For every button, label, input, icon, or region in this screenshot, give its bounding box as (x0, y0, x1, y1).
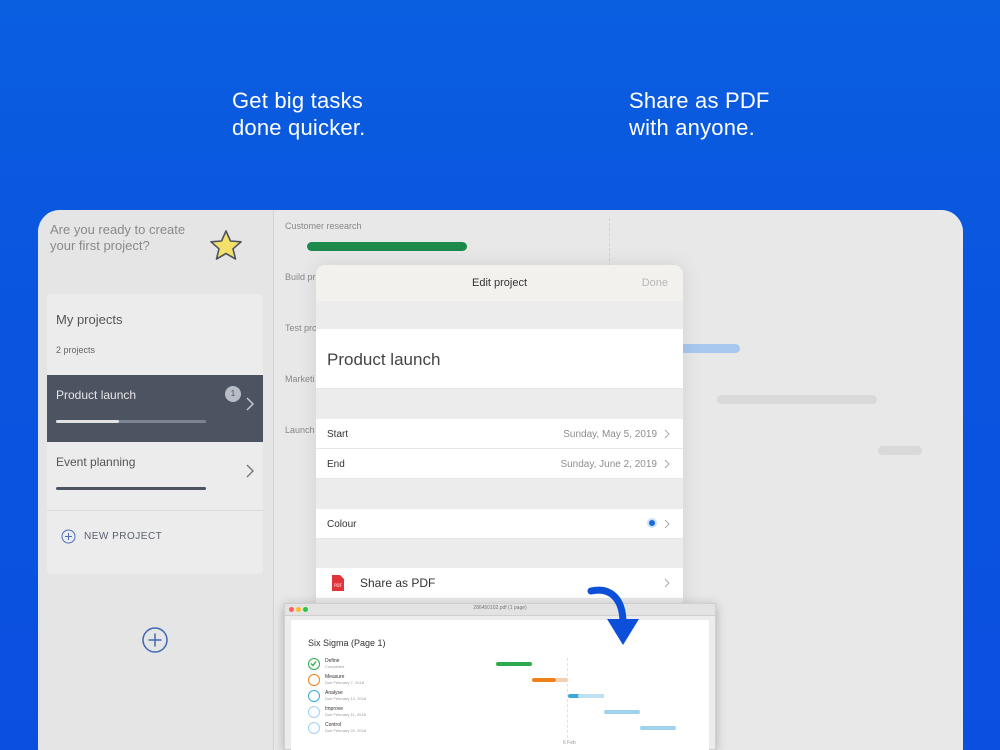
project-count: 2 projects (56, 345, 96, 355)
task-due: Due February 12, 2018 (325, 696, 367, 701)
colour-row[interactable]: Colour (316, 509, 683, 539)
headline-line: done quicker. (232, 115, 366, 140)
new-project-button[interactable]: NEW PROJECT (61, 529, 162, 544)
chevron-right-icon (664, 459, 670, 469)
pdf-task-bar (496, 662, 532, 666)
pdf-axis-label: 6 Feb (563, 740, 576, 746)
headline-tasks: Get big tasks done quicker. (232, 87, 365, 141)
project-name-field[interactable]: Product launch (316, 329, 683, 389)
task-due: Due February 22, 2018 (325, 728, 367, 733)
edit-project-modal: Edit project Done Product launch Start S… (316, 265, 683, 635)
project-item-product-launch[interactable]: Product launch 1 (47, 375, 263, 442)
svg-text:PDF: PDF (334, 583, 342, 588)
colour-label: Colour (327, 519, 357, 530)
headline-line: with anyone. (629, 115, 755, 140)
start-date-row[interactable]: Start Sunday, May 5, 2019 (316, 419, 683, 449)
notification-badge: 1 (225, 386, 241, 402)
project-item-event-planning[interactable]: Event planning (47, 442, 263, 509)
star-icon (210, 230, 242, 260)
done-button[interactable]: Done (642, 277, 668, 289)
start-value: Sunday, May 5, 2019 (563, 429, 657, 440)
share-pdf-label: Share as PDF (360, 576, 436, 590)
task-due: Completed (325, 664, 345, 669)
new-project-label: NEW PROJECT (84, 531, 163, 542)
project-name: Product launch (56, 388, 137, 402)
headline-line: Share as PDF (629, 88, 770, 113)
chevron-right-icon (664, 519, 670, 529)
chevron-right-icon (246, 464, 254, 478)
plus-circle-icon (61, 529, 76, 544)
arrow-down-icon (587, 586, 639, 645)
window-title: 286450102.pdf (1 page) (473, 605, 527, 611)
timeline-label: Customer research (285, 221, 362, 231)
project-name: Event planning (56, 455, 136, 469)
pdf-icon: PDF (332, 575, 344, 591)
promo-text: Are you ready to create your first proje… (50, 222, 186, 253)
modal-header: Edit project Done (316, 265, 683, 301)
window-titlebar: 286450102.pdf (1 page) (285, 604, 715, 616)
task-status-icon (308, 722, 320, 734)
divider (47, 510, 263, 511)
end-value: Sunday, June 2, 2019 (560, 459, 657, 470)
timeline-label: Marketi (285, 374, 315, 384)
pdf-task-bar (532, 678, 556, 682)
pdf-title: Six Sigma (Page 1) (308, 638, 386, 648)
pdf-preview-window: 286450102.pdf (1 page) Six Sigma (Page 1… (284, 603, 716, 750)
timeline-label: Launch (285, 425, 315, 435)
task-status-icon (308, 674, 320, 686)
projects-card: My projects 2 projects Product launch 1 … (47, 294, 263, 574)
task-due: Due February 11, 2018 (325, 712, 366, 717)
colour-swatch (647, 518, 657, 528)
project-name-value: Product launch (327, 350, 441, 369)
task-due: Due February 7, 2018 (325, 680, 364, 685)
pdf-task-bar (604, 710, 640, 714)
project-progress (56, 487, 206, 490)
timeline-bar[interactable] (717, 395, 877, 404)
chevron-right-icon (664, 429, 670, 439)
task-status-icon (308, 690, 320, 702)
pdf-task-bar (640, 726, 676, 730)
end-date-row[interactable]: End Sunday, June 2, 2019 (316, 449, 683, 479)
pdf-task-bar-remaining (578, 694, 604, 698)
timeline-bar[interactable] (307, 242, 467, 251)
task-status-icon (308, 706, 320, 718)
chevron-right-icon (246, 397, 254, 411)
pdf-page: Six Sigma (Page 1) Define Completed Measur… (291, 620, 709, 750)
pdf-today-line (567, 658, 568, 738)
project-progress (56, 420, 206, 423)
task-status-icon (308, 658, 320, 670)
chevron-right-icon (664, 578, 670, 588)
timeline-label: Test pro (285, 323, 318, 333)
start-label: Start (327, 429, 349, 440)
headline-line: Get big tasks (232, 88, 363, 113)
progress-fill (56, 420, 119, 423)
end-label: End (327, 459, 345, 470)
pdf-task-bar-remaining (556, 678, 568, 682)
timeline-bar[interactable] (878, 446, 922, 455)
sidebar: Are you ready to create your first proje… (38, 210, 274, 750)
add-project-icon[interactable] (141, 626, 169, 654)
headline-share: Share as PDF with anyone. (629, 87, 770, 141)
timeline-label: Build pr (285, 272, 316, 282)
card-title: My projects (56, 312, 123, 327)
modal-title: Edit project (471, 277, 528, 289)
timeline-bar[interactable] (679, 344, 740, 353)
